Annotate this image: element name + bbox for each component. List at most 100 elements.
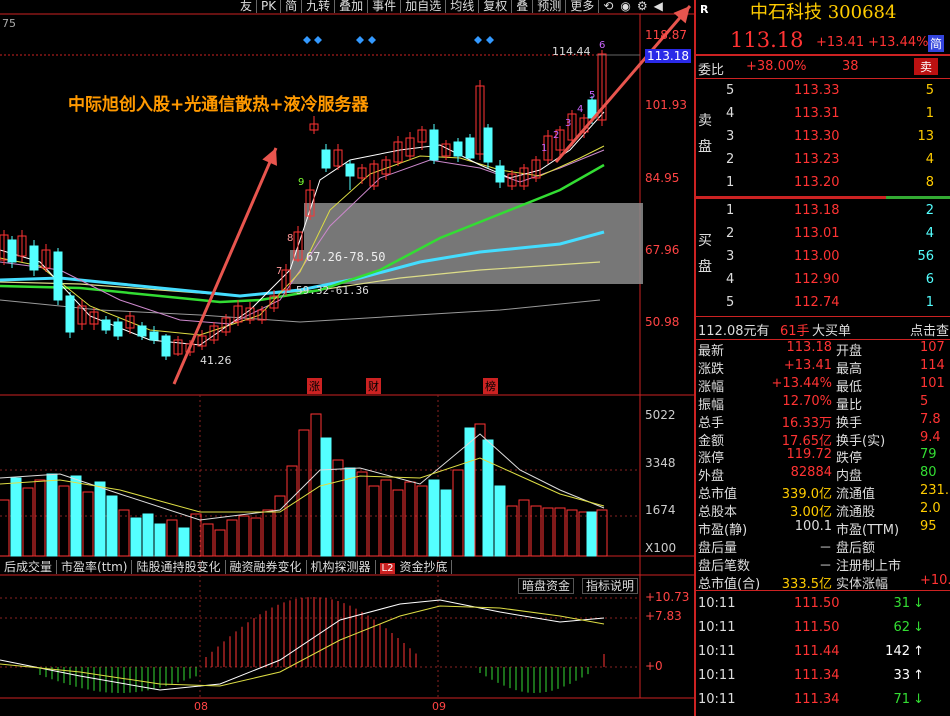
stat-row: 振幅 12.70% 量比 5 [696,393,950,413]
volume-bar [404,481,416,557]
volume-bar [506,505,518,557]
tick-time: 10:11 [698,668,736,683]
count-mark-9: 9 [298,177,305,188]
sell-level: 2 [726,152,735,167]
toolbar-item[interactable]: 加自选 [401,0,447,13]
event-marker-list[interactable]: 榜 [483,378,498,394]
volume-bar [250,517,262,557]
big-order-row[interactable]: 112.08元有 61手 大买单 点击查 [696,317,950,339]
sell-level-row[interactable]: 4 113.31 1 [696,103,950,125]
panel-marker: R [700,3,709,16]
quote-panel: R 中石科技 300684 113.18 +13.41 +13.44% 简 委比… [696,0,950,716]
buy-level-row[interactable]: 2 113.01 4 [696,223,950,245]
sell-button[interactable]: 卖 [914,58,939,75]
volume-ma-line [0,457,605,513]
buy-price: 112.90 [794,272,840,287]
stat-value-2: 107 [920,340,945,355]
volume-bar [226,519,238,557]
toolbar-item[interactable]: 更多 [566,0,600,13]
volume-bar [542,507,554,557]
indicator-tab[interactable]: 机构探测器 [306,560,376,574]
tick-volume: 33 [893,668,910,683]
toolbar-item[interactable]: PK [257,0,282,13]
indicator-tab[interactable]: 资金抄底 [395,560,453,574]
toolbar-item[interactable]: 叠加 [335,0,369,13]
stat-value-2: 2.0 [920,501,941,517]
event-marker-finance[interactable]: 财 [366,378,381,394]
volume-bar [274,495,286,557]
price-axis-current: 113.18 [645,49,691,63]
toolbar-item[interactable]: 均线 [446,0,480,13]
arrow-down-icon: ↓ [913,620,924,635]
toolbar-item[interactable]: 友 [236,0,258,13]
candle-down [321,149,331,169]
divider-line [886,196,950,199]
simplified-badge[interactable]: 简 [928,35,945,52]
tick-price: 111.34 [794,692,840,707]
indicator-tab[interactable]: 陆股通持股变化 [132,560,226,574]
toolbar-item[interactable]: 预测 [533,0,567,13]
count-mark: 4 [577,104,584,115]
sell-price: 113.33 [794,83,840,98]
tick-time: 10:11 [698,620,736,635]
refresh-icon[interactable]: ⟲ [599,0,617,13]
toolbar-item[interactable]: 九转 [302,0,336,13]
tick-price: 111.44 [794,644,840,659]
indicator-help-button[interactable]: 指标说明 [582,578,639,594]
candle-down [465,137,475,159]
indicator-tab[interactable]: 市盈率(ttm) [57,560,133,574]
tick-row: 10:11 111.50 31 ↓ [696,593,950,615]
arrow-up-icon: ↑ [913,668,924,683]
buy-level: 3 [726,249,735,264]
volume-bar [494,485,506,557]
buy-price: 113.18 [794,203,840,218]
dark-pool-button[interactable]: 暗盘资金 [518,578,575,594]
toolbar-item[interactable]: 事件 [368,0,402,13]
tick-price: 111.50 [794,620,840,635]
tick-time: 10:11 [698,644,736,659]
settings-icon[interactable]: ⚙ [634,0,651,13]
tick-time: 10:11 [698,692,736,707]
buy-level-row[interactable]: 5 112.74 1 [696,292,950,314]
volume-bar [46,473,58,557]
divider-line [696,590,950,591]
indicator-tab[interactable]: 融资融券变化 [225,560,307,574]
volume-bar [106,495,118,557]
stat-row: 盘后量－盘后额 [696,536,950,556]
stat-value-2: 79 [920,447,937,463]
candle-down [429,129,439,161]
toolbar-item[interactable]: 复权 [479,0,513,13]
toolbar-item[interactable]: 简 [281,0,303,13]
sell-level-row[interactable]: 2 113.23 4 [696,149,950,171]
volume-bar [428,479,440,557]
indicator-tab[interactable]: 后成交量 [0,560,58,574]
sound-icon[interactable]: ◀ [651,0,666,13]
buy-level-row[interactable]: 3 113.00 56 [696,246,950,268]
toolbar-item[interactable]: 叠 [512,0,534,13]
sell-level-row[interactable]: 1 113.20 8 [696,172,950,194]
candle-down [453,141,463,157]
event-marker-limitup[interactable]: 涨 [307,378,322,394]
sell-level-row[interactable]: 3 113.30 13 [696,126,950,148]
volume-bar [518,499,530,557]
buy-level-row[interactable]: 4 112.90 6 [696,269,950,291]
big-order-action[interactable]: 点击查 [910,320,949,339]
candle-down [53,251,63,301]
macd-axis-3: +0 [645,659,663,673]
volume-bar [320,437,332,557]
buy-level-row[interactable]: 1 113.18 2 [696,200,950,222]
candle-down [137,325,147,337]
volume-bar [344,467,356,557]
chart-toolbar: 友 PK 简九转 叠加 事件 加自选 均线 复权叠预测 更多 ⟲ ◉ ⚙ ◀ [236,0,696,14]
volume-bar [70,475,82,557]
big-order-label: 大买单 [812,324,852,339]
eye-icon[interactable]: ◉ [617,0,633,13]
volume-bar [94,481,106,557]
sell-level-row[interactable]: 5 113.33 5 [696,80,950,102]
tick-row: 10:11 111.34 33 ↑ [696,665,950,687]
high-price-label: 114.44 [552,45,591,58]
volume-bar [440,489,452,557]
sell-level: 4 [726,106,735,121]
sell-price: 113.23 [794,152,840,167]
low-price-label: 41.26 [200,354,232,367]
